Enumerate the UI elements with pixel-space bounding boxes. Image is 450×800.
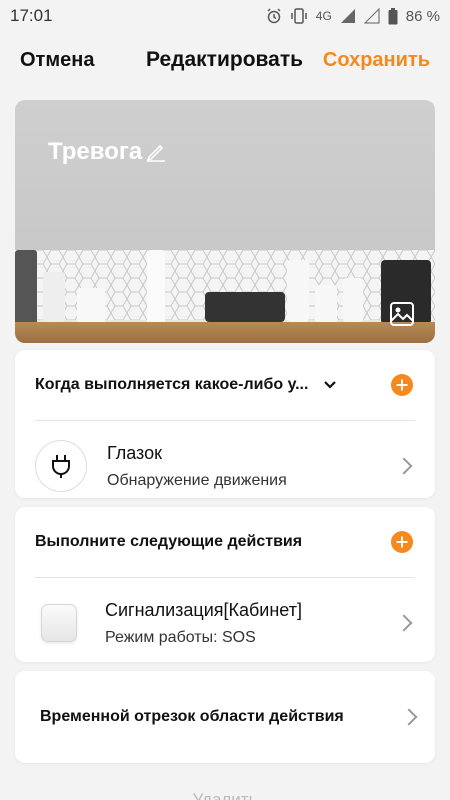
pencil-icon[interactable] <box>144 140 168 164</box>
condition-dropdown[interactable]: Когда выполняется какое-либо у... <box>35 376 338 394</box>
cancel-button[interactable]: Отмена <box>20 49 94 72</box>
battery-icon <box>388 7 398 24</box>
condition-item[interactable]: Глазок Обнаружение движения <box>15 421 435 511</box>
action-item[interactable]: Сигнализация[Кабинет] Режим работы: SOS <box>15 578 435 668</box>
save-button[interactable]: Сохранить <box>323 49 430 72</box>
network-type: 4G <box>315 9 332 23</box>
scene-name-text: Тревога <box>48 138 143 165</box>
add-action-button[interactable] <box>391 531 413 553</box>
page-title: Редактировать <box>146 48 304 71</box>
change-image-icon[interactable] <box>389 301 415 327</box>
alarm-icon <box>267 8 281 24</box>
condition-header: Когда выполняется какое-либо у... <box>15 350 435 420</box>
condition-card: Когда выполняется какое-либо у... Глазок… <box>15 350 435 498</box>
actions-card: Выполните следующие действия Сигнализаци… <box>15 507 435 662</box>
signal-icon <box>340 9 355 23</box>
device-icon-circle <box>35 440 87 492</box>
status-icons: 4G 86 % <box>266 7 440 25</box>
signal-empty-icon <box>363 8 380 24</box>
vibrate-icon <box>291 8 307 24</box>
status-time: 17:01 <box>10 6 53 25</box>
actions-header: Выполните следующие действия <box>15 507 435 577</box>
chevron-right-icon <box>395 457 413 475</box>
chevron-right-icon <box>395 614 413 632</box>
condition-heading: Когда выполняется какое-либо у... <box>35 376 309 393</box>
chevron-down-icon <box>324 381 337 389</box>
condition-device-name: Глазок <box>107 442 162 463</box>
chevron-right-icon <box>400 708 418 726</box>
scene-cover-image: Тревога <box>15 100 435 343</box>
actions-heading: Выполните следующие действия <box>35 533 303 550</box>
scene-name[interactable]: Тревога <box>48 138 168 166</box>
delete-button[interactable]: Удалить <box>0 790 450 800</box>
action-device-name: Сигнализация[Кабинет] <box>105 599 302 620</box>
top-bar: Отмена Редактировать Сохранить <box>0 40 450 80</box>
add-condition-button[interactable] <box>391 374 413 396</box>
condition-description: Обнаружение движения <box>107 471 287 489</box>
siren-device-image <box>41 604 77 642</box>
plug-icon <box>52 455 70 478</box>
time-range-label: Временной отрезок области действия <box>40 708 344 725</box>
status-bar: 17:01 4G 86 % <box>0 0 450 32</box>
time-range-row[interactable]: Временной отрезок области действия <box>15 671 435 763</box>
action-description: Режим работы: SOS <box>105 628 256 646</box>
battery-level: 86 % <box>405 7 440 25</box>
